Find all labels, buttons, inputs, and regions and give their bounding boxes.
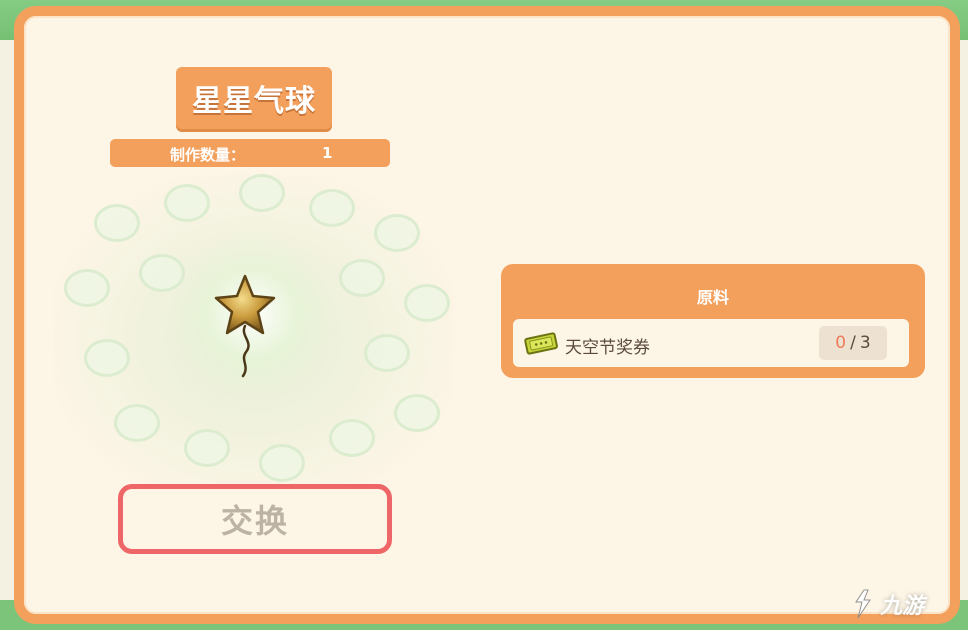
star-balloon-icon [214,274,276,378]
exchange-button[interactable]: 交换 [118,484,392,554]
pattern-bubble [394,394,440,432]
watermark-text: 九游 [880,594,925,619]
pattern-bubble [239,174,285,212]
pattern-bubble [64,269,110,307]
materials-panel: 原料 天空节奖券 0 / 3 [501,264,925,378]
pattern-bubble [374,214,420,252]
material-count-need: 3 [859,333,871,353]
pattern-bubble [309,189,355,227]
jiuyou-logo-icon [855,589,871,619]
pattern-bubble [184,429,230,467]
pattern-bubble [164,184,210,222]
pattern-bubble [84,339,130,377]
quantity-label: 制作数量： [170,146,246,164]
pattern-bubble [114,404,160,442]
material-name: 天空节奖券 [565,338,650,358]
pattern-bubble [329,419,375,457]
pattern-bubble [259,444,305,482]
pattern-bubble [339,259,385,297]
quantity-bar: 制作数量： 1 [110,139,390,167]
material-count-have: 0 [835,333,847,353]
pattern-bubble [94,204,140,242]
pattern-bubble [404,284,450,322]
pattern-bubble [364,334,410,372]
craft-panel: 星星气球 制作数量： 1 交换 原料 天空节奖券 0 / 3 [14,6,960,624]
item-title-plate: 星星气球 [176,67,332,129]
material-count-separator: / [850,333,856,353]
exchange-button-label: 交换 [220,502,289,540]
ticket-icon [524,332,558,355]
materials-title: 原料 [696,288,729,307]
item-title: 星星气球 [192,84,316,119]
watermark: 九游 [850,582,950,626]
quantity-value: 1 [322,144,333,162]
material-row[interactable]: 天空节奖券 0 / 3 [513,319,909,367]
material-count: 0 / 3 [819,326,887,360]
